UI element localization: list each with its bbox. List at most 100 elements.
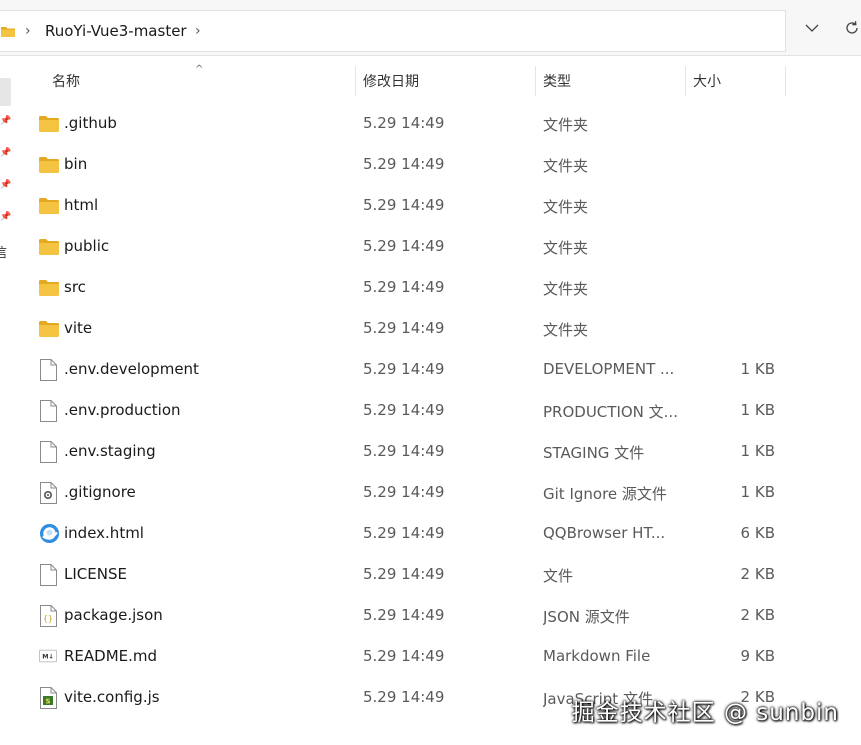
column-header-type[interactable]: 类型 [543,62,571,98]
folder-icon [39,113,59,135]
file-modified-date: 5.29 14:49 [363,401,445,419]
folder-icon [39,236,59,258]
file-modified-date: 5.29 14:49 [363,688,445,706]
column-header-name[interactable]: 名称 [52,62,80,98]
svg-text:S: S [45,698,50,706]
file-type: 文件夹 [543,239,589,257]
file-row[interactable]: public 5.29 14:49 文件夹 [0,227,861,268]
file-row[interactable]: LICENSE 5.29 14:49 文件 2 KB [0,555,861,596]
file-name: src [64,278,86,296]
file-type: QQBrowser HT... [543,524,666,542]
markdown-icon: M↓ [39,646,59,668]
file-size: 2 KB [740,606,775,624]
file-modified-date: 5.29 14:49 [363,524,445,542]
file-icon [39,400,59,422]
file-row[interactable]: src 5.29 14:49 文件夹 [0,268,861,309]
file-name: .github [64,114,117,132]
file-type: 文件夹 [543,280,589,298]
file-modified-date: 5.29 14:49 [363,360,445,378]
folder-icon [39,195,59,217]
column-divider[interactable] [685,66,686,96]
file-row[interactable]: html 5.29 14:49 文件夹 [0,186,861,227]
chevron-down-icon [805,24,819,32]
column-divider[interactable] [355,66,356,96]
breadcrumb-current[interactable]: RuoYi-Vue3-master [45,22,187,40]
file-name: .env.production [64,401,181,419]
file-name: public [64,237,110,255]
file-size: 1 KB [740,360,775,378]
column-header: ^ 名称 修改日期 类型 大小 [12,62,861,98]
file-name: vite [64,319,93,337]
file-row[interactable]: M↓ README.md 5.29 14:49 Markdown File 9 KB [0,637,861,678]
file-modified-date: 5.29 14:49 [363,155,445,173]
address-dropdown-button[interactable] [800,16,824,40]
address-bar[interactable]: › RuoYi-Vue3-master › [0,10,786,52]
gear-file-icon [39,482,59,504]
sort-ascending-icon: ^ [195,64,204,75]
column-divider[interactable] [535,66,536,96]
column-header-date[interactable]: 修改日期 [363,62,419,98]
file-modified-date: 5.29 14:49 [363,237,445,255]
file-row[interactable]: vite 5.29 14:49 文件夹 [0,309,861,350]
file-row[interactable]: index.html 5.29 14:49 QQBrowser HT... 6 KB [0,514,861,555]
breadcrumb-separator-icon: › [25,23,31,39]
file-modified-date: 5.29 14:49 [363,114,445,132]
file-row[interactable]: {} package.json 5.29 14:49 JSON 源文件 2 KB [0,596,861,637]
file-name: index.html [64,524,144,542]
file-type: JSON 源文件 [543,608,630,626]
file-icon [39,359,59,381]
file-modified-date: 5.29 14:49 [363,606,445,624]
breadcrumb-chevron-icon[interactable]: › [195,23,201,39]
file-size: 9 KB [740,647,775,665]
file-name: .gitignore [64,483,136,501]
watermark: 掘金技术社区 @ sunbin [571,700,839,726]
file-row[interactable]: .gitignore 5.29 14:49 Git Ignore 源文件 1 KB [0,473,861,514]
navigation-bar: › RuoYi-Vue3-master › [0,0,861,56]
file-name: package.json [64,606,163,624]
refresh-icon [846,21,858,34]
json-file-icon: {} [39,605,59,627]
file-row[interactable]: bin 5.29 14:49 文件夹 [0,145,861,186]
file-name: .env.staging [64,442,156,460]
file-modified-date: 5.29 14:49 [363,196,445,214]
folder-icon [39,154,59,176]
file-name: html [64,196,99,214]
file-type: 文件夹 [543,116,589,134]
file-name: README.md [64,647,158,665]
file-icon [39,441,59,463]
file-icon [39,564,59,586]
file-row[interactable]: .env.development 5.29 14:49 DEVELOPMENT ..… [0,350,861,391]
file-type: 文件夹 [543,157,589,175]
file-name: bin [64,155,88,173]
file-size: 1 KB [740,442,775,460]
file-type: Git Ignore 源文件 [543,485,667,503]
file-size: 1 KB [740,483,775,501]
file-modified-date: 5.29 14:49 [363,483,445,501]
refresh-button[interactable] [840,16,861,40]
column-header-size[interactable]: 大小 [693,62,721,98]
file-type: 文件夹 [543,198,589,216]
file-name: vite.config.js [64,688,160,706]
folder-icon [1,27,15,37]
file-modified-date: 5.29 14:49 [363,278,445,296]
folder-icon [39,318,59,340]
file-name: .env.development [64,360,199,378]
file-type: 文件夹 [543,321,589,339]
file-row[interactable]: .env.staging 5.29 14:49 STAGING 文件 1 KB [0,432,861,473]
browser-icon [39,523,60,545]
file-row[interactable]: .env.production 5.29 14:49 PRODUCTION 文...… [0,391,861,432]
file-modified-date: 5.29 14:49 [363,442,445,460]
svg-text:M↓: M↓ [42,654,54,661]
column-divider[interactable] [785,66,786,96]
nav-selected-item[interactable] [0,78,11,106]
file-size: 2 KB [740,565,775,583]
file-type: 文件 [543,567,574,585]
file-type: PRODUCTION 文... [543,403,678,421]
folder-icon [39,277,59,299]
js-file-icon: S [39,687,59,709]
file-size: 6 KB [740,524,775,542]
file-modified-date: 5.29 14:49 [363,319,445,337]
file-size: 1 KB [740,401,775,419]
file-modified-date: 5.29 14:49 [363,647,445,665]
file-row[interactable]: .github 5.29 14:49 文件夹 [0,104,861,145]
